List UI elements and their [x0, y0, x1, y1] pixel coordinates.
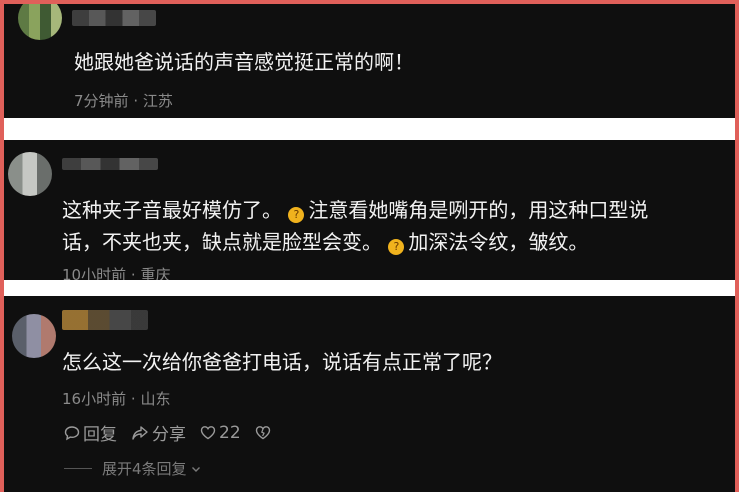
avatar[interactable] — [8, 152, 52, 196]
comment-time: 10小时前 — [62, 266, 127, 280]
comment-meta: 7分钟前 · 江苏 — [74, 90, 173, 111]
reply-button[interactable]: 回复 — [64, 420, 117, 445]
thinking-face-emoji-icon: ? — [388, 239, 405, 255]
meta-separator: · — [133, 92, 139, 110]
share-label: 分享 — [152, 425, 186, 445]
expand-replies-label: 展开4条回复 — [102, 460, 187, 478]
broken-heart-icon — [255, 426, 270, 440]
comment-text-part: 话，不夹也夹，缺点就是脸型会变。 — [62, 230, 382, 254]
comment-text: 她跟她爸说话的声音感觉挺正常的啊！ — [74, 50, 414, 74]
comment-actions: 回复 分享 22 — [64, 420, 288, 445]
username-blurred[interactable] — [72, 10, 156, 26]
heart-icon — [200, 426, 216, 440]
reply-label: 回复 — [83, 425, 117, 445]
speech-bubble-icon — [64, 425, 80, 440]
comment-location: 山东 — [140, 390, 171, 408]
comment-text-part: 这种夹子音最好模仿了。 — [62, 198, 282, 222]
screenshot-frame: 她跟她爸说话的声音感觉挺正常的啊！ 7分钟前 · 江苏 这种夹子音最好模仿了。 … — [0, 0, 739, 492]
comment-meta: 16小时前 · 山东 — [62, 388, 170, 409]
comment-line: 这种夹子音最好模仿了。 ? 注意看她嘴角是咧开的，用这种口型说 — [62, 194, 648, 226]
comment-text: 这种夹子音最好模仿了。 ? 注意看她嘴角是咧开的，用这种口型说 话，不夹也夹，缺点… — [62, 194, 648, 258]
like-count: 22 — [219, 422, 241, 443]
comment-location: 重庆 — [140, 266, 171, 280]
meta-separator: · — [130, 266, 136, 280]
avatar[interactable] — [12, 314, 56, 358]
comment-card: 她跟她爸说话的声音感觉挺正常的啊！ 7分钟前 · 江苏 — [4, 4, 735, 118]
meta-separator: · — [130, 390, 136, 408]
comment-card: 怎么这一次给你爸爸打电话，说话有点正常了呢？ 16小时前 · 山东 回复 分享 … — [4, 296, 735, 492]
expand-replies[interactable]: 展开4条回复 — [64, 458, 202, 479]
like-button[interactable]: 22 — [200, 423, 241, 443]
comment-line: 话，不夹也夹，缺点就是脸型会变。 ? 加深法令纹，皱纹。 — [62, 226, 648, 258]
chevron-down-icon — [191, 466, 200, 472]
comment-time: 16小时前 — [62, 390, 127, 408]
username-blurred[interactable] — [62, 158, 158, 170]
share-button[interactable]: 分享 — [131, 420, 186, 445]
dislike-button[interactable] — [255, 425, 274, 440]
thinking-face-emoji-icon: ? — [288, 207, 305, 223]
comment-card: 这种夹子音最好模仿了。 ? 注意看她嘴角是咧开的，用这种口型说 话，不夹也夹，缺点… — [4, 140, 735, 280]
username-blurred[interactable] — [62, 310, 148, 330]
share-arrow-icon — [132, 425, 148, 440]
avatar[interactable] — [18, 4, 62, 40]
comment-text-part: 加深法令纹，皱纹。 — [408, 230, 589, 254]
comment-location: 江苏 — [142, 92, 173, 110]
comment-text-part: 注意看她嘴角是咧开的，用这种口型说 — [308, 198, 649, 222]
comment-text: 怎么这一次给你爸爸打电话，说话有点正常了呢？ — [62, 350, 502, 374]
comment-time: 7分钟前 — [74, 92, 129, 110]
comment-meta: 10小时前 · 重庆 — [62, 264, 170, 280]
divider-line — [64, 468, 92, 469]
